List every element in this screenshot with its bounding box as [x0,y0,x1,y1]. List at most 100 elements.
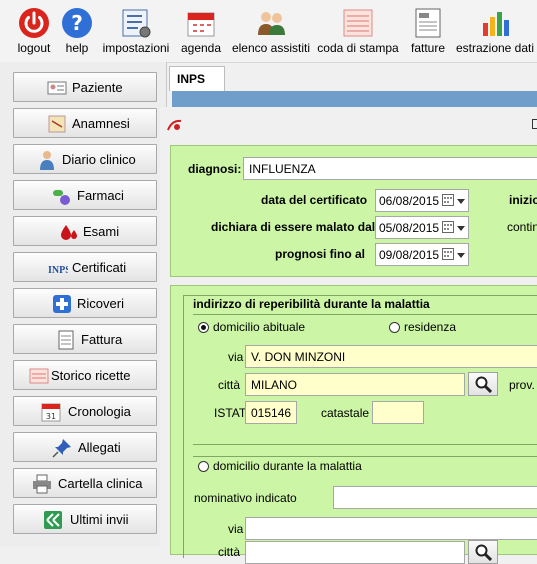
help-button[interactable]: ? help [58,0,96,62]
via-input[interactable] [245,345,537,368]
coda-di-stampa-button[interactable]: coda di stampa [316,0,400,62]
coda-di-stampa-label: coda di stampa [317,41,399,55]
inizio-label: inizio [509,193,537,207]
catastale-input[interactable] [372,401,424,424]
svg-text:?: ? [71,11,83,35]
domicilio-abituale-radio[interactable] [198,322,209,333]
divider [193,314,537,315]
estrazione-dati-label: estrazione dati [455,41,535,55]
print-queue-icon [343,9,373,37]
chevron-down-icon [457,253,465,258]
fatture-label: fatture [410,41,446,55]
blood-drop-icon [61,225,77,240]
invoice-icon [58,330,74,350]
elenco-assistiti-label: elenco assistiti [231,41,311,55]
catastale-label: catastale [321,406,370,420]
impostazioni-label: impostazioni [102,41,170,55]
malato-dal-value: 05/08/2015 [379,221,440,235]
invoice-icon [415,8,441,38]
pills-icon [53,190,70,205]
sidebar-item-certificati[interactable]: INPS Certificati [13,252,157,282]
prognosi-picker[interactable]: 09/08/2015 [375,243,469,266]
notes-icon [48,115,66,133]
magnifier-icon [475,376,492,393]
send-arrows-icon [44,511,62,529]
sidebar-item-paziente[interactable]: Paziente [13,72,157,102]
sidebar-item-label: Paziente [72,80,123,95]
diagnosis-section: diagnosi: data del certificato 06/08/201… [170,145,537,277]
calendar-icon [187,12,215,37]
impostazioni-button[interactable]: impostazioni [100,0,172,62]
calendar-icon: 31 [41,403,61,422]
sidebar-item-fattura[interactable]: Fattura [13,324,157,354]
agenda-button[interactable]: agenda [178,0,224,62]
main-toolbar: logout ? help impostazioni agenda elenco… [0,0,537,63]
citta-label: città [218,378,241,392]
power-icon [19,8,49,38]
diagnosi-label: diagnosi: [188,162,242,176]
help-icon: ? [62,8,92,38]
malato-dal-label: dichiara di essere malato dal [211,220,376,234]
printer-icon [33,474,51,494]
sidebar-item-cronologia[interactable]: 31 Cronologia [13,396,157,426]
prov-label: prov. [509,378,535,392]
residenza-radio[interactable] [389,322,400,333]
citta-input[interactable] [245,373,465,396]
nominativo-label: nominativo indicato [194,491,297,505]
sidebar-item-label: Cronologia [68,404,131,419]
estrazione-dati-button[interactable]: estrazione dati [455,0,535,62]
reperibilita-title: indirizzo di reperibilità durante la mal… [193,297,430,311]
sidebar-item-label: Fattura [81,332,123,347]
via2-input[interactable] [245,517,537,540]
bar-chart-icon [483,12,509,36]
sidebar-item-anamnesi[interactable]: Anamnesi [13,108,157,138]
sidebar-item-label: Diario clinico [62,152,136,167]
sidebar-item-label: Anamnesi [72,116,130,131]
chevron-down-icon [457,199,465,204]
chevron-down-icon [457,226,465,231]
via-label: via [228,350,244,364]
people-icon [258,12,285,35]
sidebar-item-storico-ricette[interactable]: Storico ricette [13,360,157,390]
divider [193,456,537,457]
domicilio-malattia-label: domicilio durante la malattia [213,459,362,473]
diagnosi-input[interactable] [243,157,537,180]
sidebar-item-esami[interactable]: Esami [13,216,157,246]
tab-inps[interactable]: INPS [169,66,225,91]
certificate-panel: diagnosi: data del certificato 06/08/201… [160,107,537,564]
domicilio-malattia-radio[interactable] [198,461,209,472]
calendar-icon [442,248,454,260]
sidebar-item-diario-clinico[interactable]: Diario clinico [13,144,157,174]
sidebar-item-allegati[interactable]: Allegati [13,432,157,462]
contin-label: contin [507,220,537,234]
divider [193,444,537,445]
settings-icon [122,9,151,38]
search-citta2-button[interactable] [468,540,498,564]
magnifier-icon [475,544,492,561]
sidebar-item-ultimi-invii[interactable]: Ultimi invii [13,504,157,534]
sidebar-item-label: Certificati [72,260,127,275]
prognosi-value: 09/08/2015 [379,248,440,262]
malato-dal-picker[interactable]: 05/08/2015 [375,216,469,239]
citta2-input[interactable] [245,541,465,564]
sidebar-item-label: Allegati [78,440,121,455]
domicilio-abituale-label: domicilio abituale [213,320,306,334]
sidebar-item-label: Farmaci [77,188,124,203]
sidebar-item-label: Ultimi invii [70,512,129,527]
panel-title-bar [172,91,537,107]
elenco-assistiti-button[interactable]: elenco assistiti [229,0,313,62]
sidebar-item-ricoveri[interactable]: Ricoveri [13,288,157,318]
maximize-icon[interactable] [532,119,537,129]
logout-button[interactable]: logout [10,0,58,62]
data-certificato-picker[interactable]: 06/08/2015 [375,189,469,212]
nominativo-input[interactable] [333,486,537,509]
sidebar-item-farmaci[interactable]: Farmaci [13,180,157,210]
istat-input[interactable] [245,401,297,424]
sidebar-item-label: Cartella clinica [58,476,143,491]
search-citta-button[interactable] [468,372,498,396]
fatture-button[interactable]: fatture [406,0,450,62]
sidebar-item-label: Ricoveri [77,296,124,311]
svg-text:INPS: INPS [48,265,68,276]
tab-label: INPS [177,72,206,86]
sidebar-item-cartella-clinica[interactable]: Cartella clinica [13,468,157,498]
